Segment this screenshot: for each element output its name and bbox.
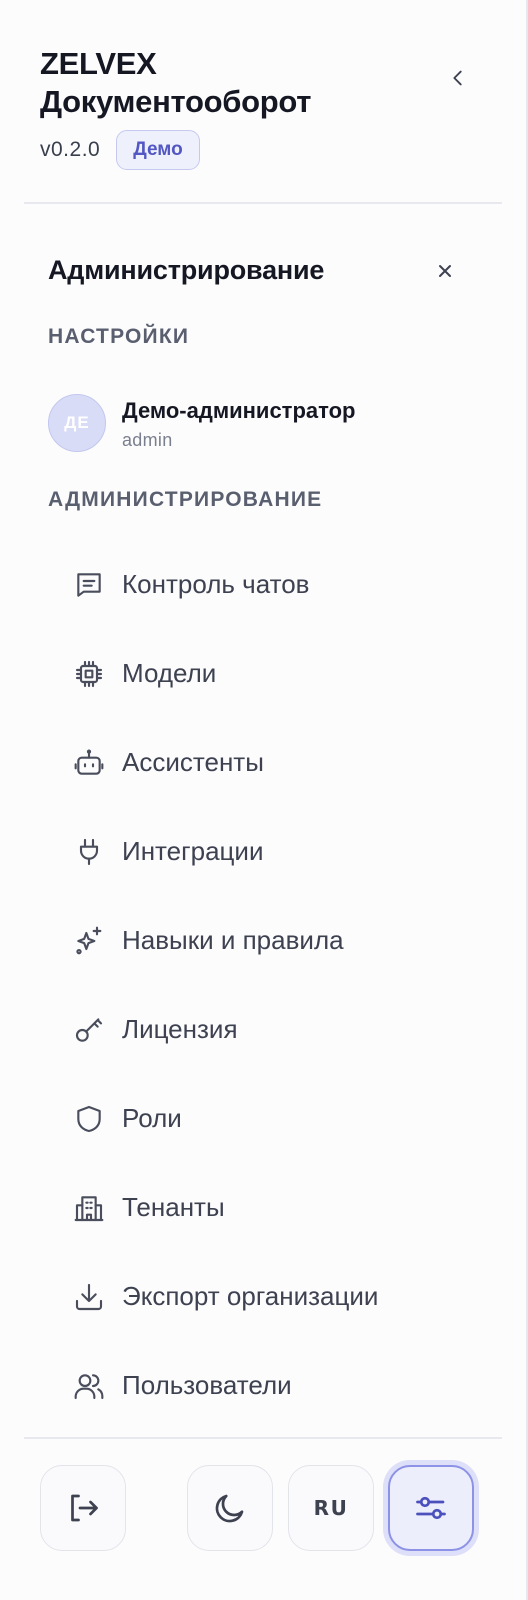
nav-item-label: Роли [122, 1103, 182, 1133]
nav-item-assistants[interactable]: Ассистенты [60, 718, 500, 807]
sparkles-icon [72, 924, 106, 958]
current-user[interactable]: ДЕ Демо-администратор admin [48, 388, 488, 458]
nav-item-org-export[interactable]: Экспорт организации [60, 1252, 500, 1341]
moon-icon [215, 1494, 244, 1523]
sidebar-header: ZELVEX Документооборот v0.2.0 Демо [0, 0, 528, 205]
user-login: admin [122, 429, 173, 450]
nav-item-roles[interactable]: Роли [60, 1074, 500, 1163]
nav-item-label: Интеграции [122, 836, 264, 866]
nav-item-label: Тенанты [122, 1192, 225, 1222]
nav-item-label: Контроль чатов [122, 569, 310, 599]
sliders-icon [416, 1496, 446, 1520]
logout-icon [71, 1494, 98, 1522]
header-divider [24, 202, 502, 204]
nav-item-tenants[interactable]: Тенанты [60, 1163, 500, 1252]
close-icon [439, 265, 451, 277]
nav-item-users[interactable]: Пользователи [60, 1341, 500, 1430]
settings-group-label: НАСТРОЙКИ [48, 325, 190, 348]
collapse-sidebar-button[interactable] [440, 60, 476, 96]
cpu-chip-icon [72, 657, 106, 691]
settings-button[interactable] [388, 1465, 474, 1551]
nav-item-label: Навыки и правила [122, 925, 344, 955]
footer-divider [24, 1437, 502, 1439]
language-label: RU [313, 1496, 349, 1520]
user-name: Демо-администратор [122, 397, 356, 423]
nav-item-label: Экспорт организации [122, 1281, 379, 1311]
building-icon [72, 1191, 106, 1225]
admin-group-label: АДМИНИСТРИРОВАНИЕ [48, 488, 323, 511]
chevron-left-icon [453, 70, 462, 86]
nav-item-label: Модели [122, 658, 217, 688]
panel-title: Администрирование [48, 255, 325, 285]
key-icon [72, 1013, 106, 1047]
version-row: v0.2.0 Демо [40, 130, 200, 170]
shield-icon [72, 1102, 106, 1136]
nav-item-label: Ассистенты [122, 747, 264, 777]
sidebar-panel: ZELVEX Документооборот v0.2.0 Демо Админ… [0, 0, 528, 1600]
close-admin-button[interactable] [430, 256, 460, 286]
language-button[interactable]: RU [288, 1465, 374, 1551]
user-text: Демо-администратор admin [122, 396, 356, 451]
download-icon [72, 1280, 106, 1314]
users-icon [72, 1369, 106, 1403]
chat-list-icon [72, 568, 106, 602]
admin-nav-list: Контроль чатов Модели Ассистенты Интегра… [60, 540, 500, 1430]
admin-content[interactable]: Администрирование НАСТРОЙКИ ДЕ Демо-адми… [0, 205, 528, 1437]
brand-name: ZELVEX Документооборот [40, 46, 312, 119]
robot-icon [72, 746, 106, 780]
plug-icon [72, 835, 106, 869]
nav-item-models[interactable]: Модели [60, 629, 500, 718]
nav-item-integrations[interactable]: Интеграции [60, 807, 500, 896]
theme-toggle-button[interactable] [187, 1465, 273, 1551]
avatar: ДЕ [48, 394, 106, 452]
demo-badge: Демо [116, 130, 200, 170]
nav-item-skills[interactable]: Навыки и правила [60, 896, 500, 985]
app-version: v0.2.0 [40, 138, 101, 161]
nav-item-label: Пользователи [122, 1370, 292, 1400]
nav-item-chat-control[interactable]: Контроль чатов [60, 540, 500, 629]
nav-item-label: Лицензия [122, 1014, 238, 1044]
nav-item-license[interactable]: Лицензия [60, 985, 500, 1074]
logout-button[interactable] [40, 1465, 126, 1551]
